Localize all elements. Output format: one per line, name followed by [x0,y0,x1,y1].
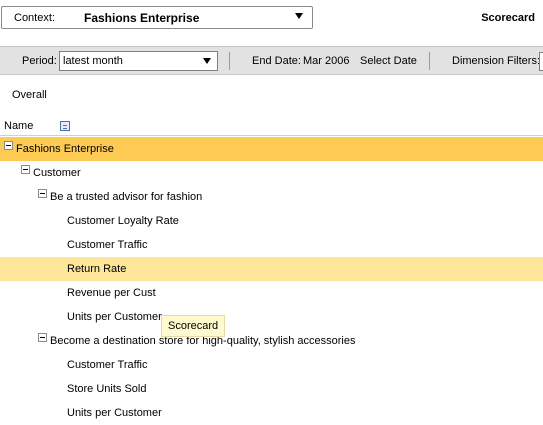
end-date-label: End Date: [252,55,301,67]
collapse-icon[interactable] [38,189,47,198]
context-label: Context: [14,12,55,24]
dropdown-arrow-icon[interactable] [203,58,211,64]
page-title: Scorecard [481,12,535,24]
row-label: Be a trusted advisor for fashion [50,191,203,203]
tree-row[interactable]: Revenue per Cust [0,281,543,305]
dropdown-arrow-icon[interactable] [295,13,303,19]
row-label: Fashions Enterprise [16,143,114,155]
row-label: Customer Traffic [67,359,148,371]
column-chooser-icon[interactable] [60,121,70,131]
row-label: Store Units Sold [67,383,147,395]
collapse-icon[interactable] [4,141,13,150]
context-bar: Context: Fashions Enterprise Scorecard [0,0,543,40]
row-label: Customer Loyalty Rate [67,215,179,227]
grid-header: Name [0,116,543,136]
tree-row[interactable]: Units per Customer [0,305,543,329]
tree-row[interactable]: Customer Traffic [0,233,543,257]
row-label: Customer [33,167,81,179]
tree-row[interactable]: Customer Traffic [0,353,543,377]
tree-row[interactable]: Be a trusted advisor for fashion [0,185,543,209]
tree-row[interactable]: Customer [0,161,543,185]
scorecard-tree: Fashions Enterprise Customer Be a truste… [0,137,543,425]
toolbar-divider [429,52,430,70]
toolbar-divider [229,52,230,70]
row-label: Units per Customer [67,407,162,419]
tree-row[interactable]: Units per Customer [0,401,543,425]
name-column-header[interactable]: Name [4,120,33,132]
tab-overall[interactable]: Overall [12,89,47,101]
row-label: Customer Traffic [67,239,148,251]
select-date-button[interactable]: Select Date [360,55,417,67]
tree-row[interactable]: Return Rate [0,257,543,281]
tree-row[interactable]: Become a destination store for high-qual… [0,329,543,353]
filter-toolbar: Period: latest month End Date: Mar 2006 … [0,46,543,75]
tooltip: Scorecard [161,315,226,337]
context-value: Fashions Enterprise [84,11,200,25]
period-select[interactable]: latest month [59,51,218,71]
period-label: Period: [22,55,57,67]
period-value: latest month [63,55,123,67]
tree-row[interactable]: Fashions Enterprise [0,137,543,161]
context-dropdown[interactable]: Context: Fashions Enterprise [1,6,313,29]
row-label: Units per Customer [67,311,162,323]
tree-row[interactable]: Customer Loyalty Rate [0,209,543,233]
row-label: Revenue per Cust [67,287,156,299]
dimension-filters-input[interactable] [539,52,543,71]
end-date-value: Mar 2006 [303,55,350,67]
tree-row[interactable]: Store Units Sold [0,377,543,401]
collapse-icon[interactable] [21,165,30,174]
collapse-icon[interactable] [38,333,47,342]
dimension-filters-label: Dimension Filters: [452,55,541,67]
row-label: Return Rate [67,263,127,275]
